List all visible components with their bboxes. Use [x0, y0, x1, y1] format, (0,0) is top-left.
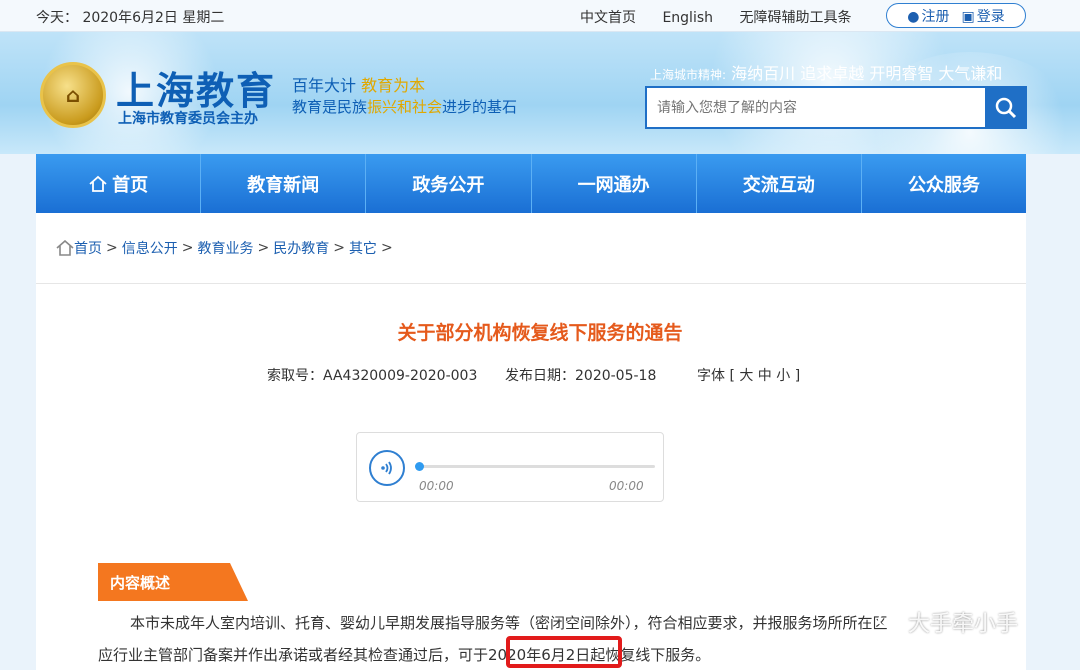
search-button[interactable]	[985, 86, 1027, 129]
slogan-line-1: 百年大计 教育为本	[292, 72, 425, 96]
site-logo-subtitle: 上海市教育委员会主办	[118, 111, 258, 127]
slogan-text: 进步的基石	[442, 98, 518, 116]
city-spirit-text: 海纳百川 追求卓越 开明睿智 大气谦和	[731, 64, 1003, 83]
nav-label: 一网通办	[577, 174, 650, 196]
auth-box: ● 注册 ▣ 登录	[886, 3, 1026, 28]
breadcrumb-info-public[interactable]: 信息公开	[122, 238, 178, 258]
play-button[interactable]	[369, 450, 405, 486]
home-icon	[56, 240, 74, 256]
current-date: 今天： 2020年6月2日 星期二	[36, 10, 225, 26]
search-input[interactable]	[645, 86, 985, 129]
audio-progress-track[interactable]	[419, 465, 655, 468]
nav-public-service[interactable]: 公众服务	[862, 154, 1026, 213]
section-tag: 内容概述	[98, 563, 248, 601]
divider	[36, 283, 1026, 284]
city-spirit-label: 上海城市精神:	[650, 68, 727, 82]
nav-home[interactable]: 首页	[36, 154, 202, 213]
breadcrumb-separator: >	[380, 240, 393, 256]
nav-label: 交流互动	[742, 174, 815, 196]
breadcrumb-separator: >	[333, 240, 345, 256]
user-icon: ●	[907, 8, 920, 25]
watermark-text: 大手牵小手	[908, 612, 1019, 637]
watermark: 大手牵小手	[878, 606, 1018, 638]
speaker-icon	[381, 461, 392, 475]
lock-icon: ▣	[961, 8, 975, 25]
slogan-text: 教育是民族	[292, 98, 368, 116]
nav-label: 公众服务	[907, 174, 980, 196]
site-header: ⌂ 上海教育 上海市教育委员会主办 百年大计 教育为本 教育是民族振兴和社会进步…	[0, 32, 1080, 154]
top-links: 中文首页 English 无障碍辅助工具条	[580, 7, 873, 27]
index-number: 索取号：AA4320009-2020-003	[267, 368, 478, 384]
slogan-highlight: 教育为本	[361, 76, 426, 95]
body-text: 应行业主管部门备案并作出承诺或者经其检查通过后，可于	[98, 646, 489, 664]
font-size-selector[interactable]: 字体 [ 大 中 小 ]	[697, 365, 800, 385]
breadcrumb-other[interactable]: 其它	[349, 238, 377, 258]
register-label: 注册	[921, 8, 950, 25]
main-nav: 首页 教育新闻 政务公开 一网通办 交流互动 公众服务	[36, 154, 1026, 213]
breadcrumb-education-business[interactable]: 教育业务	[197, 238, 253, 258]
nav-interaction[interactable]: 交流互动	[697, 154, 862, 213]
login-link[interactable]: ▣ 登录	[961, 6, 1004, 26]
top-bar: 今天： 2020年6月2日 星期二 中文首页 English 无障碍辅助工具条 …	[0, 0, 1080, 32]
link-english[interactable]: English	[662, 10, 713, 26]
body-paragraph-line-1: 本市未成年人室内培训、托育、婴幼儿早期发展指导服务等（密闭空间除外），符合相应要…	[130, 614, 888, 632]
audio-player: 00:00 00:00	[356, 432, 664, 502]
wechat-icon	[878, 612, 903, 632]
breadcrumb-separator: >	[181, 240, 194, 256]
link-chinese-home[interactable]: 中文首页	[580, 10, 636, 26]
breadcrumb: 首页 > 信息公开 > 教育业务 > 民办教育 > 其它 >	[56, 238, 397, 258]
site-logo-title[interactable]: 上海教育	[116, 60, 276, 115]
audio-progress-thumb[interactable]	[415, 462, 424, 471]
breadcrumb-private-education[interactable]: 民办教育	[273, 238, 329, 258]
audio-total-time: 00:00	[609, 479, 644, 493]
slogan-line-2: 教育是民族振兴和社会进步的基石	[292, 96, 517, 117]
slogan-highlight: 振兴和社会	[367, 98, 443, 116]
register-link[interactable]: ● 注册	[907, 6, 949, 26]
city-spirit: 上海城市精神: 海纳百川 追求卓越 开明睿智 大气谦和	[650, 60, 1002, 84]
site-logo-emblem[interactable]: ⌂	[40, 62, 106, 128]
nav-one-stop-service[interactable]: 一网通办	[532, 154, 697, 213]
article-title: 关于部分机构恢复线下服务的通告	[397, 322, 683, 344]
nav-label: 教育新闻	[247, 174, 320, 196]
nav-education-news[interactable]: 教育新闻	[201, 154, 367, 213]
red-highlight-box	[506, 636, 622, 668]
audio-current-time: 00:00	[419, 479, 454, 493]
home-icon	[89, 175, 107, 192]
login-label: 登录	[976, 8, 1005, 25]
nav-government-affairs[interactable]: 政务公开	[366, 154, 532, 213]
breadcrumb-separator: >	[257, 240, 270, 256]
nav-label: 政务公开	[412, 174, 485, 196]
nav-label: 首页	[112, 174, 149, 196]
breadcrumb-home[interactable]: 首页	[74, 238, 102, 258]
publish-date: 发布日期：2020-05-18	[505, 368, 657, 384]
search-icon	[995, 97, 1017, 118]
breadcrumb-separator: >	[106, 240, 118, 256]
slogan-text: 百年大计	[292, 76, 362, 95]
link-accessibility[interactable]: 无障碍辅助工具条	[739, 10, 851, 26]
